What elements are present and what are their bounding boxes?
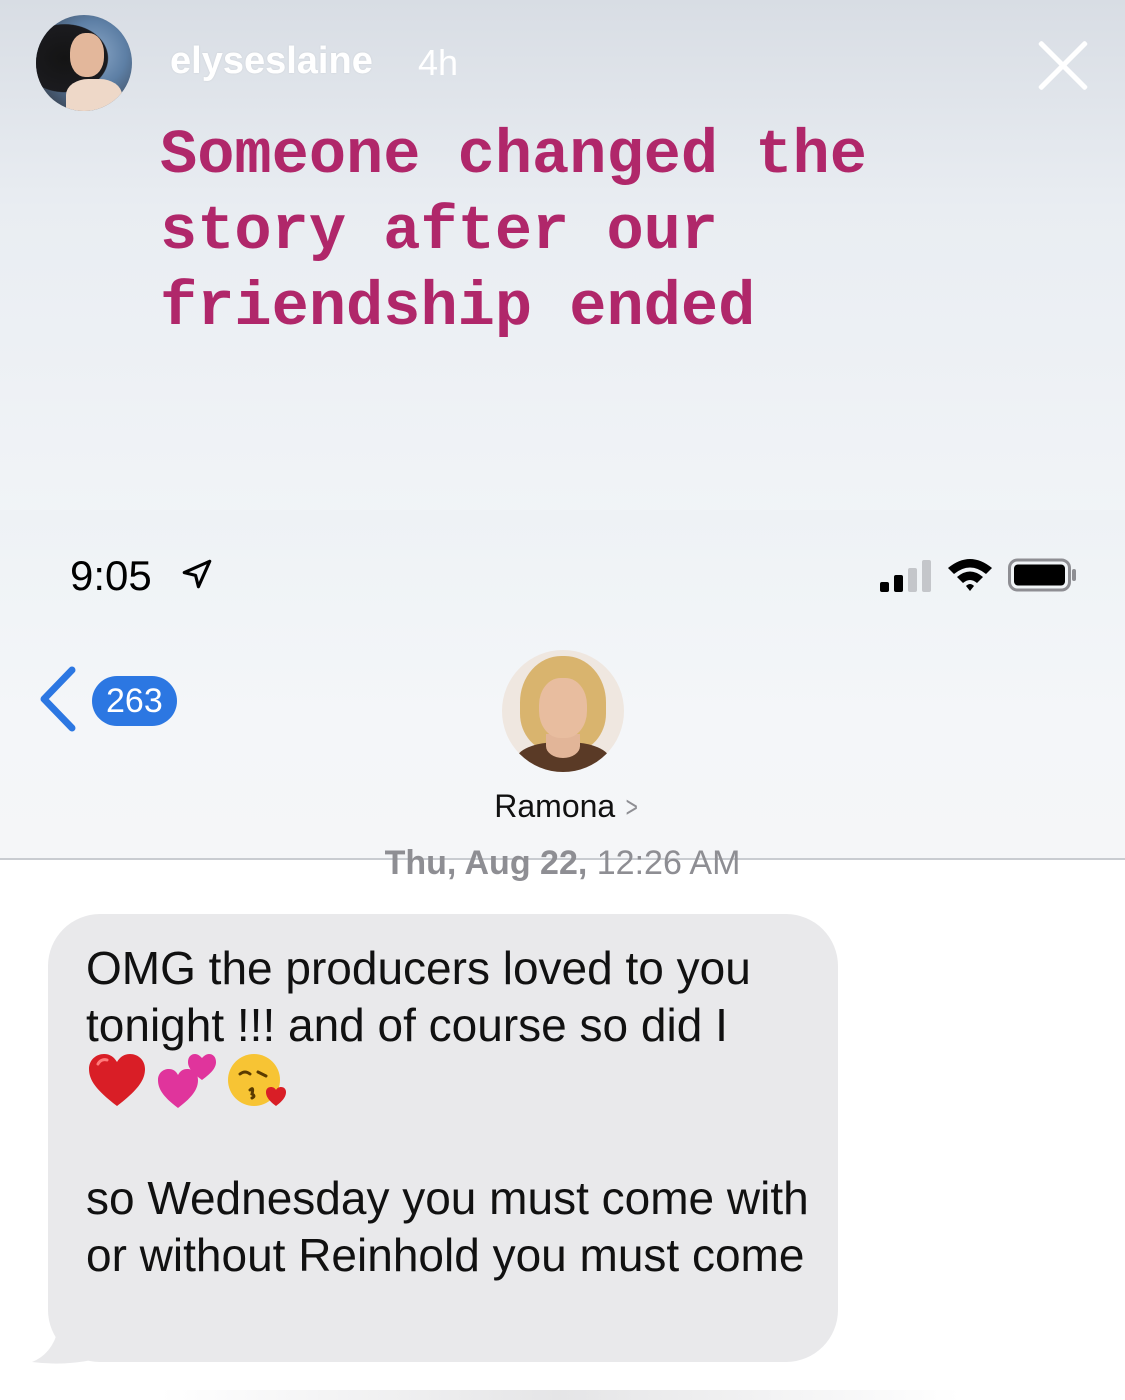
bubble-tail <box>32 1320 92 1364</box>
message-text-part-2: so Wednesday you must come with or witho… <box>86 1172 809 1281</box>
timestamp-time: 12:26 AM <box>596 844 741 882</box>
status-bar-time: 9:05 <box>70 552 152 599</box>
location-arrow-icon <box>182 559 212 589</box>
wifi-icon <box>948 559 992 591</box>
story-caption: Someone changed the story after our frie… <box>160 120 867 343</box>
message-text-part-1: OMG the producers loved to you tonight !… <box>86 942 751 1051</box>
back-button[interactable]: 263 <box>36 664 186 734</box>
battery-icon <box>1008 558 1076 592</box>
contact-avatar-face <box>539 678 587 738</box>
chevron-left-icon <box>40 666 76 732</box>
two-hearts-emoji <box>158 1054 216 1108</box>
avatar-body <box>66 79 122 111</box>
messages-header: 9:05 263 Ramona > <box>0 510 1125 860</box>
story-time-ago: 4h <box>418 42 459 83</box>
contact-avatar[interactable] <box>502 650 624 772</box>
cellular-signal-icon <box>880 558 934 592</box>
timestamp-day: Thu, Aug 22, <box>384 844 588 882</box>
contact-details-link[interactable]: Ramona > <box>0 788 1125 825</box>
signal-bar-4 <box>922 560 931 592</box>
avatar-face <box>70 33 104 77</box>
story-header-area: elyseslaine 4h Someone changed the story… <box>0 0 1125 520</box>
close-icon[interactable] <box>1030 32 1096 98</box>
face-blowing-kiss-emoji <box>228 1054 286 1106</box>
signal-bar-1 <box>880 582 889 592</box>
story-author-avatar[interactable] <box>36 15 132 111</box>
signal-bar-3 <box>908 568 917 592</box>
story-username[interactable]: elyseslaine <box>170 40 373 83</box>
contact-name: Ramona <box>494 788 616 824</box>
chevron-right-icon: > <box>625 791 639 824</box>
message-timestamp: Thu, Aug 22, 12:26 AM <box>0 844 1125 883</box>
signal-bar-2 <box>894 575 903 592</box>
next-message-cutoff <box>160 1390 960 1400</box>
red-heart-emoji <box>89 1054 145 1106</box>
unread-count-badge: 263 <box>92 676 177 726</box>
